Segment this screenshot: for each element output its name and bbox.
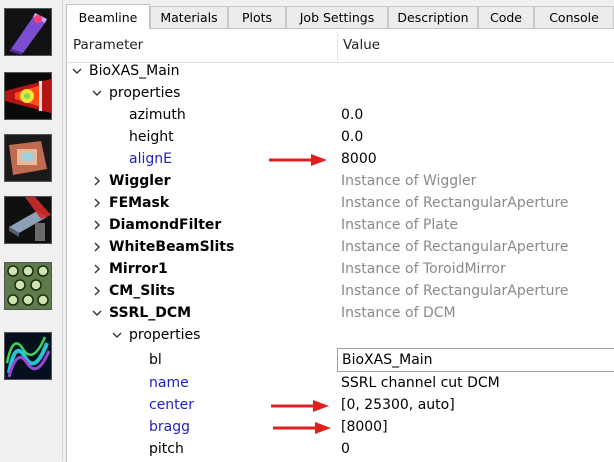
chevron-down-icon[interactable]: [91, 307, 103, 319]
red-arrow-icon: [273, 422, 331, 434]
tree-row-mirror1[interactable]: Mirror1 Instance of ToroidMirror: [67, 258, 614, 280]
tree-row-diamondfilter[interactable]: DiamondFilter Instance of Plate: [67, 214, 614, 236]
element-name: Wiggler: [109, 173, 171, 189]
element-name: WhiteBeamSlits: [109, 239, 235, 255]
param-value[interactable]: [0, 25300, auto]: [341, 394, 455, 416]
param-value[interactable]: 0: [341, 438, 350, 460]
beam-trace-icon[interactable]: [4, 72, 52, 120]
tree-root-label: BioXAS_Main: [89, 63, 180, 79]
element-type: Instance of DCM: [341, 305, 456, 321]
left-toolbar: [0, 0, 63, 461]
tree-row-wiggler[interactable]: Wiggler Instance of Wiggler: [67, 170, 614, 192]
tab-plots[interactable]: Plots: [228, 6, 286, 28]
param-row-bl[interactable]: bl BioXAS_Main: [67, 347, 614, 373]
param-value[interactable]: 8000: [341, 148, 377, 170]
tab-bar: Beamline Materials Plots Job Settings De…: [66, 4, 614, 29]
param-name: bl: [149, 352, 162, 368]
tree-row-dcm-properties[interactable]: properties: [67, 324, 614, 346]
chevron-down-icon[interactable]: [111, 329, 123, 341]
element-type: Instance of ToroidMirror: [341, 261, 506, 277]
tab-code[interactable]: Code: [478, 6, 534, 28]
param-value[interactable]: 0.0: [341, 104, 363, 126]
element-type: Instance of RectangularAperture: [341, 195, 569, 211]
tab-materials[interactable]: Materials: [150, 6, 228, 28]
element-type: Instance of Plate: [341, 217, 458, 233]
chevron-down-icon[interactable]: [91, 87, 103, 99]
tab-job-settings[interactable]: Job Settings: [286, 6, 388, 28]
param-value[interactable]: [8000]: [341, 416, 388, 438]
element-type: Instance of RectangularAperture: [341, 283, 569, 299]
lattice-structure-icon[interactable]: [4, 262, 52, 310]
element-name: DiamondFilter: [109, 217, 222, 233]
bl-combobox[interactable]: BioXAS_Main: [337, 348, 614, 372]
element-type: Instance of RectangularAperture: [341, 239, 569, 255]
beamline-source-icon[interactable]: [4, 8, 52, 56]
tree-row-whitebeamslits[interactable]: WhiteBeamSlits Instance of RectangularAp…: [67, 236, 614, 258]
chevron-right-icon[interactable]: [91, 263, 103, 275]
chevron-right-icon[interactable]: [91, 197, 103, 209]
tab-description[interactable]: Description: [388, 6, 478, 28]
tree-row-ssrl-dcm[interactable]: SSRL_DCM Instance of DCM: [67, 302, 614, 324]
param-row-height[interactable]: height 0.0: [67, 126, 614, 148]
param-row-name[interactable]: name SSRL channel cut DCM: [67, 372, 614, 394]
chevron-right-icon[interactable]: [91, 175, 103, 187]
tree-row-properties[interactable]: properties: [67, 82, 614, 104]
param-name: pitch: [149, 441, 184, 457]
chevron-right-icon[interactable]: [91, 285, 103, 297]
element-name: SSRL_DCM: [109, 305, 192, 321]
tree-row-root[interactable]: BioXAS_Main: [67, 60, 614, 82]
tab-console[interactable]: Console: [534, 6, 614, 28]
beamline-tree-panel: Parameter Value BioXAS_Main properties a…: [66, 28, 614, 462]
param-row-center[interactable]: center [0, 25300, auto]: [67, 394, 614, 416]
element-name: FEMask: [109, 195, 170, 211]
header-parameter[interactable]: Parameter: [73, 29, 143, 62]
red-arrow-icon: [271, 400, 329, 412]
param-row-bragg[interactable]: bragg [8000]: [67, 416, 614, 438]
param-name: alignE: [129, 151, 172, 167]
param-row-aligne[interactable]: alignE 8000: [67, 148, 614, 170]
chevron-right-icon[interactable]: [91, 219, 103, 231]
element-name: Mirror1: [109, 261, 168, 277]
screen-footprint-icon[interactable]: [4, 134, 52, 182]
properties-label: properties: [109, 85, 181, 101]
tree-row-femask[interactable]: FEMask Instance of RectangularAperture: [67, 192, 614, 214]
element-name: CM_Slits: [109, 283, 175, 299]
chevron-down-icon[interactable]: [71, 65, 83, 77]
param-name: center: [149, 397, 195, 413]
param-row-azimuth[interactable]: azimuth 0.0: [67, 104, 614, 126]
param-name: bragg: [149, 419, 190, 435]
wave-field-icon[interactable]: [4, 332, 52, 380]
properties-label: properties: [129, 327, 201, 343]
param-value[interactable]: SSRL channel cut DCM: [341, 372, 500, 394]
param-name: azimuth: [129, 107, 186, 123]
param-value[interactable]: 0.0: [341, 126, 363, 148]
tree-row-cm-slits[interactable]: CM_Slits Instance of RectangularAperture: [67, 280, 614, 302]
header-value[interactable]: Value: [343, 29, 380, 62]
tab-beamline[interactable]: Beamline: [66, 4, 150, 29]
param-name: name: [149, 375, 189, 391]
red-arrow-icon: [269, 154, 327, 166]
param-row-pitch[interactable]: pitch 0: [67, 438, 614, 460]
table-header: Parameter Value: [67, 29, 614, 63]
param-name: height: [129, 129, 174, 145]
chevron-right-icon[interactable]: [91, 241, 103, 253]
mirror-element-icon[interactable]: [4, 196, 52, 244]
element-type: Instance of Wiggler: [341, 173, 477, 189]
